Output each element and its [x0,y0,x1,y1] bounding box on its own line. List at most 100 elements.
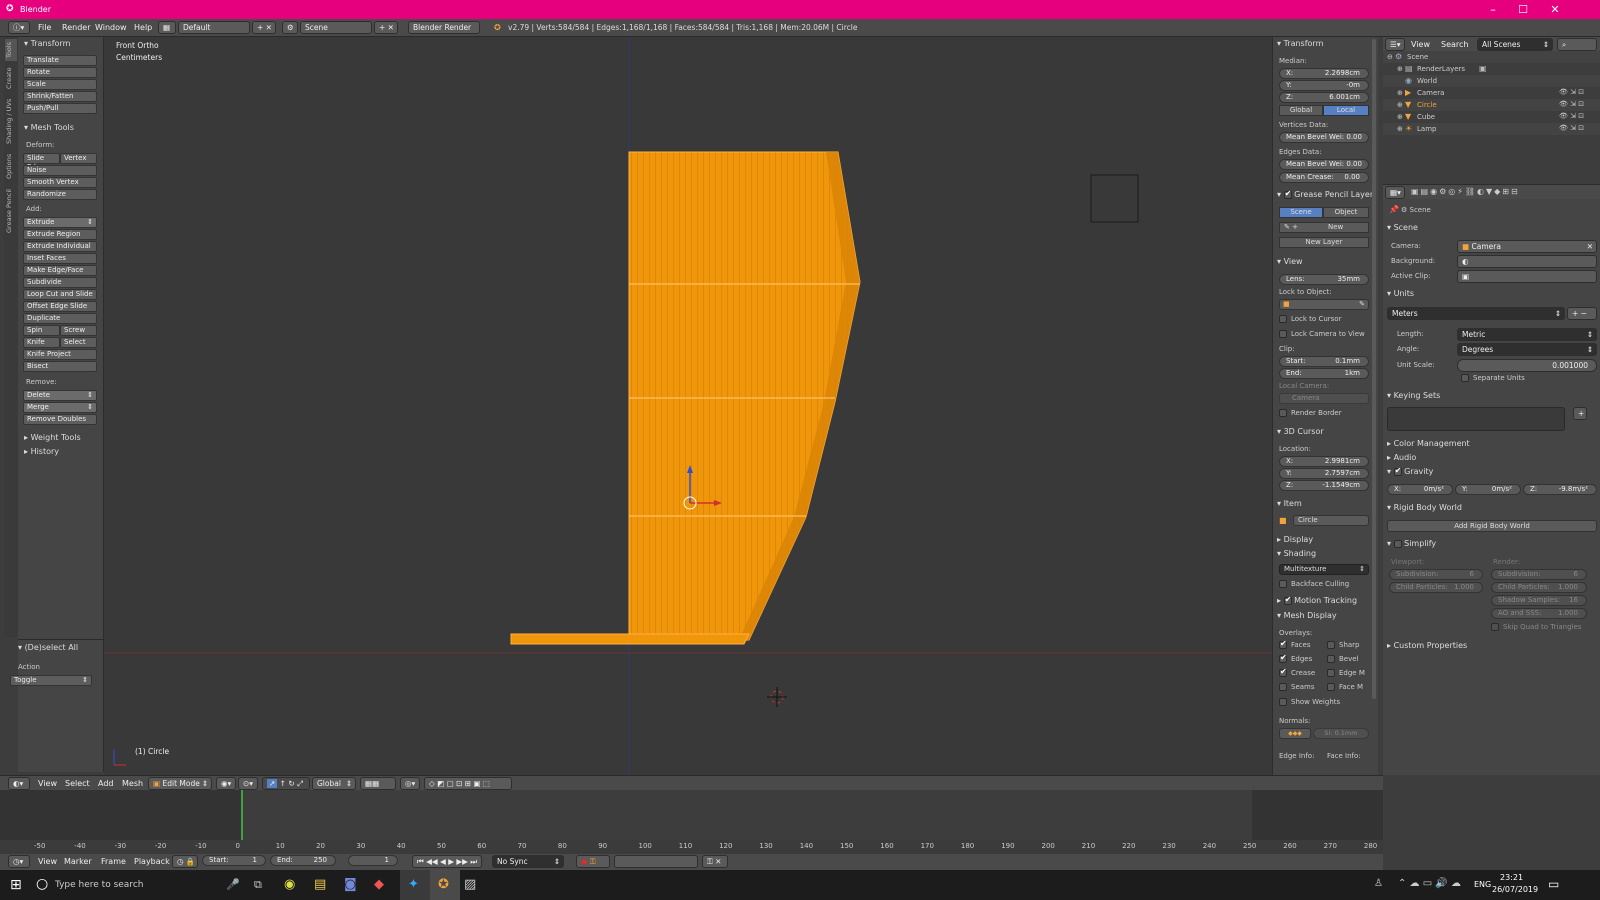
gravity-z-field[interactable]: Z: -9.8m/s² [1523,484,1597,495]
visibility-icons[interactable]: 👁 ⇲ ⊡ [1559,100,1584,108]
mean-crease-field[interactable]: Mean Crease: 0.00 [1279,172,1369,183]
angle-select[interactable]: Degrees ⇕ [1457,343,1597,356]
timeline-menu-playback[interactable]: Playback [134,857,170,866]
scene-camera-field[interactable]: ■ Camera ✕ [1457,240,1597,253]
editor-type-icon[interactable]: ⓘ▾ [8,21,30,34]
notifications-icon[interactable]: ▭ [1548,877,1559,891]
loop-cut-button[interactable]: Loop Cut and Slide [23,289,97,300]
offset-edge-slide-button[interactable]: Offset Edge Slide [23,301,97,312]
outliner-view-menu[interactable]: View [1411,40,1430,49]
background-field[interactable]: ◐ [1457,255,1597,268]
unit-preset-select[interactable]: Meters ⇕ [1387,307,1565,320]
shadow-samples-field[interactable]: Shadow Samples: 16 [1491,595,1587,606]
local-toggle[interactable]: Local [1323,105,1369,116]
outliner-row-scene[interactable]: ⊖ ⚙ Scene [1383,51,1600,63]
normals-display-buttons[interactable]: ◆◆◆ [1279,728,1311,739]
cursor-x-field[interactable]: X: 2.9981cm [1279,456,1369,467]
motion-tracking-checkbox[interactable] [1283,595,1292,605]
expand-icon[interactable]: ⊕ [1397,113,1403,121]
close-window-button[interactable]: ✕ [1540,2,1570,17]
unit-scale-field[interactable]: 0.001000 [1457,359,1597,372]
timeline-menu-view[interactable]: View [38,857,57,866]
gp-new-button[interactable]: ✎ + New [1279,222,1369,233]
remove-doubles-button[interactable]: Remove Doubles [23,414,97,425]
lock-object-field[interactable]: ■ ✎ [1279,299,1369,310]
weight-tools-header[interactable]: ▸ Weight Tools [24,433,81,442]
separate-units-checkbox[interactable] [1461,374,1469,382]
properties-editor-type[interactable]: ▦▾ [1385,186,1405,199]
crease-checkbox[interactable] [1279,667,1287,677]
menu-window[interactable]: Window [95,23,127,32]
active-clip-field[interactable]: ▣ [1457,270,1597,283]
gravity-x-field[interactable]: X: 0m/s² [1387,484,1453,495]
mean-bevel-weight-edge-field[interactable]: Mean Bevel Wei: 0.00 [1279,159,1369,170]
color-management-header[interactable]: ▸ Color Management [1387,439,1470,448]
visibility-icons[interactable]: 👁 ⇲ ⊡ [1559,124,1584,132]
shading-panel-header[interactable]: ▾ Shading [1277,549,1316,558]
action-select[interactable]: Toggle ⇕ [10,675,92,686]
search-icon[interactable]: ○ [36,876,48,892]
mesh-tools-header[interactable]: ▾ Mesh Tools [24,123,74,132]
merge-select[interactable]: Merge ⇕ [23,402,97,413]
orientation-select[interactable]: Global ⇕ [312,777,356,790]
render-subdivision-field[interactable]: Subdivision: 6 [1491,569,1587,580]
render-child-particles-field[interactable]: Child Particles: 1.000 [1491,582,1587,593]
extrude-select[interactable]: Extrude ⇕ [23,217,97,228]
editor-type-icon[interactable]: ◐▾ [8,777,30,790]
clear-icon[interactable]: ✕ [1587,241,1593,252]
keying-sets-header[interactable]: ▾ Keying Sets [1387,391,1440,400]
gp-scene-toggle[interactable]: Scene [1279,207,1323,218]
simplify-header[interactable]: ▾ Simplify [1387,539,1436,548]
keying-sets-list[interactable] [1387,407,1565,431]
taskbar-active-app[interactable]: ✦ [400,870,430,900]
median-y-field[interactable]: Y: -0m [1279,80,1369,91]
item-name-field[interactable]: Circle [1293,515,1369,526]
slide-edge-button[interactable]: Slide Edg [23,153,60,171]
n-panel-scrollbar[interactable] [1372,39,1376,699]
insert-delete-keyframe-buttons[interactable]: ⚿ ✕ [702,855,728,868]
view-panel-header[interactable]: ▾ View [1277,257,1303,266]
windows-start-icon[interactable]: ⊞ [10,877,22,893]
cursor-z-field[interactable]: Z: -1.1549cm [1279,480,1369,491]
add-rigid-body-world-button[interactable]: Add Rigid Body World [1387,520,1597,532]
gravity-header[interactable]: ▾ Gravity [1387,466,1433,477]
record-icon[interactable]: ● [581,857,588,866]
vertex-slide-button[interactable]: Vertex [60,153,97,164]
expand-icon[interactable]: ⊖ [1387,53,1393,61]
menu-select[interactable]: Select [65,779,90,788]
menu-mesh[interactable]: Mesh [122,779,143,788]
render-border-checkbox[interactable] [1279,409,1287,417]
start-frame-field[interactable]: Start: 1 [202,855,266,866]
menu-file[interactable]: File [38,23,51,32]
translate-button[interactable]: Translate [23,55,97,66]
chrome-icon[interactable]: ◉ [284,877,295,892]
editor-type-icon[interactable]: ◷▾ [8,855,30,868]
viewport-subdivision-field[interactable]: Subdivision: 6 [1389,569,1483,580]
viewport-child-particles-field[interactable]: Child Particles: 1.000 [1389,582,1483,593]
pin-icon[interactable]: 📌 [1389,205,1399,214]
timeline-menu-frame[interactable]: Frame [101,857,126,866]
scale-button[interactable]: Scale [23,79,97,90]
local-camera-field[interactable]: Camera [1279,393,1369,404]
motion-tracking-header[interactable]: ▸ Motion Tracking [1277,595,1357,606]
median-z-field[interactable]: Z: 6.001cm [1279,92,1369,103]
language-indicator[interactable]: ENG [1474,880,1491,889]
outliner-row-renderlayers[interactable]: ⊕ ▤ RenderLayers ▣ [1383,63,1600,75]
length-select[interactable]: Metric ⇕ [1457,328,1597,341]
mode-select[interactable]: ▣ Edit Mode ⇕ [148,777,212,790]
rigid-body-world-header[interactable]: ▾ Rigid Body World [1387,503,1462,512]
face-marks-checkbox[interactable] [1327,683,1335,691]
grease-pencil-header[interactable]: ▾ Grease Pencil Layer [1277,189,1373,200]
custom-properties-header[interactable]: ▸ Custom Properties [1387,641,1467,650]
keying-record-buttons[interactable]: ● ⚿ [576,855,610,868]
visibility-icons[interactable]: 👁 ⇲ ⊡ [1559,88,1584,96]
bevel-checkbox[interactable] [1327,655,1335,663]
outliner-row-circle[interactable]: ⊕ ▼ Circle 👁 ⇲ ⊡ [1383,99,1600,111]
maximize-button[interactable]: ☐ [1508,2,1538,17]
preset-add-remove[interactable]: + − [1567,307,1597,320]
tab-options[interactable]: Options [5,149,17,183]
faces-checkbox[interactable] [1279,639,1287,649]
gp-object-toggle[interactable]: Object [1323,207,1369,218]
expand-icon[interactable]: ⊕ [1397,65,1403,73]
proportional-edit-select[interactable]: ◎▾ [400,777,420,790]
